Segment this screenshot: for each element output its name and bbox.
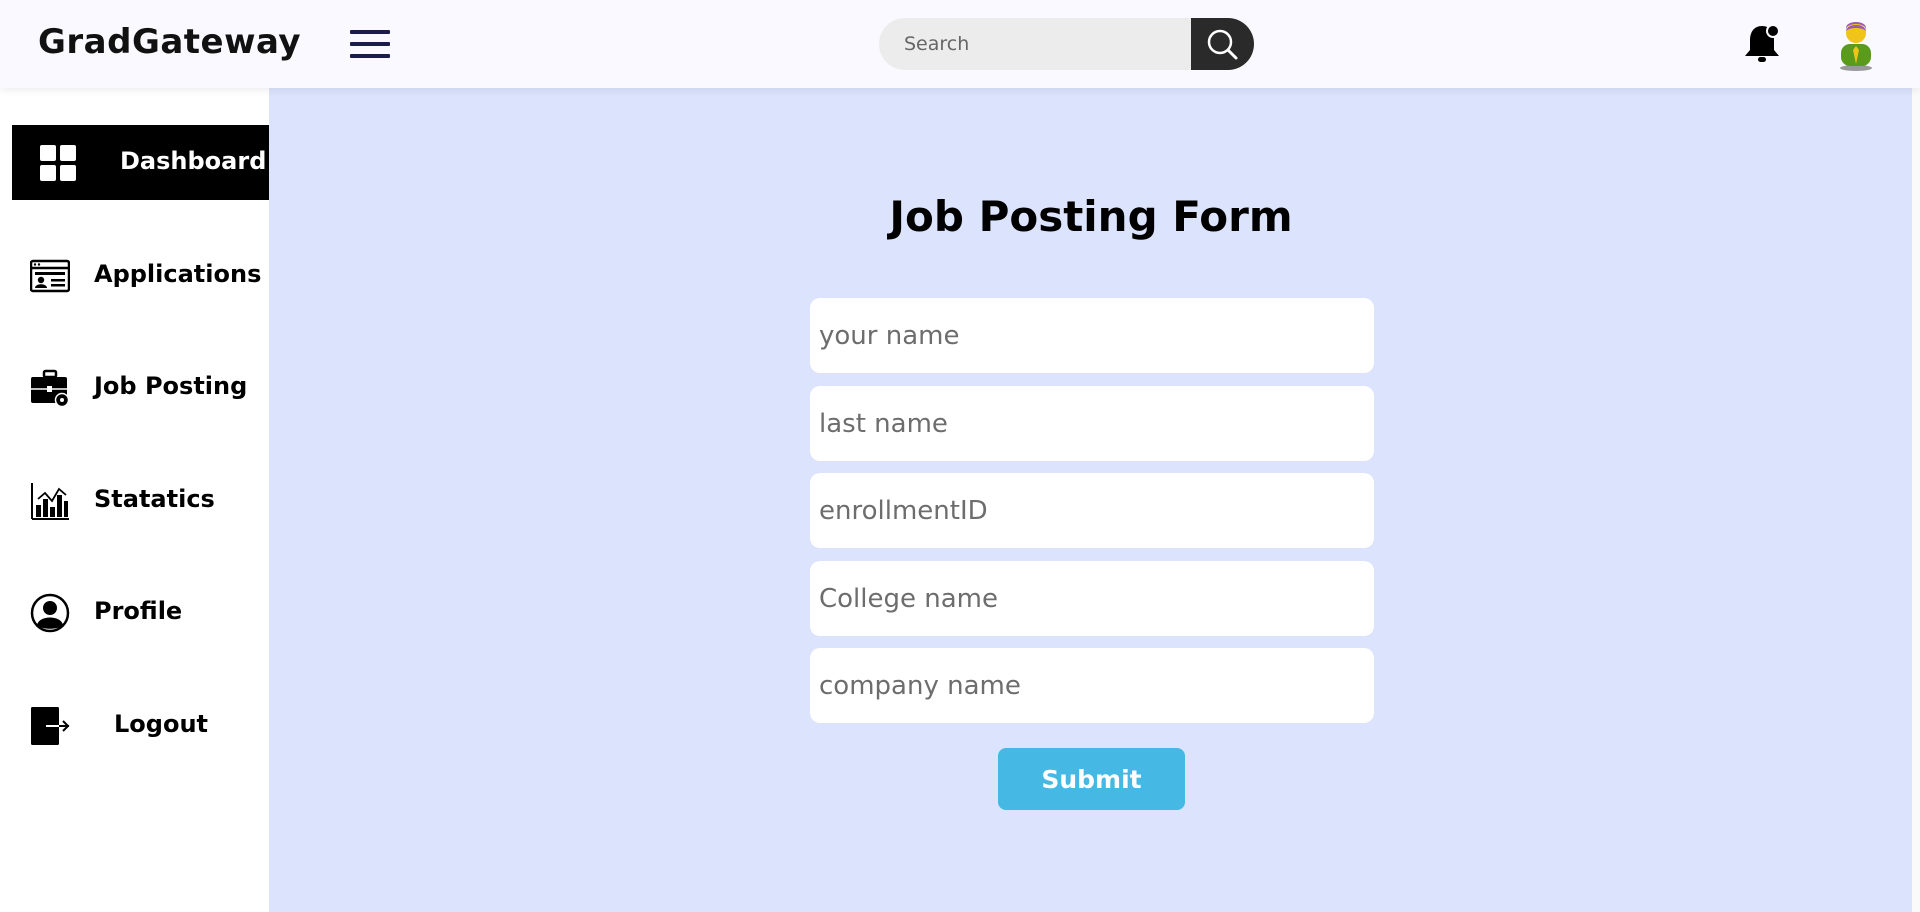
search-button[interactable]	[1191, 18, 1254, 70]
id-card-icon	[29, 256, 71, 296]
logout-icon	[30, 706, 70, 746]
search-bar	[879, 18, 1254, 70]
sidebar-item-applications[interactable]: Applications	[12, 238, 269, 313]
sidebar-item-label: Job Posting	[94, 372, 248, 400]
sidebar-item-profile[interactable]: Profile	[12, 575, 269, 650]
sidebar-item-job-posting[interactable]: Job Posting	[12, 350, 269, 425]
last-name-field[interactable]	[810, 386, 1374, 461]
sidebar: Dashboard Applications Job Posting Stata…	[0, 88, 269, 912]
top-header: GradGateway	[0, 0, 1920, 88]
college-name-field[interactable]	[810, 561, 1374, 636]
sidebar-item-statatics[interactable]: Statatics	[12, 463, 269, 538]
bar-chart-icon	[30, 481, 70, 521]
submit-button[interactable]: Submit	[998, 748, 1185, 810]
sidebar-item-label: Profile	[94, 597, 183, 625]
sidebar-item-label: Statatics	[94, 485, 215, 513]
search-icon	[1207, 29, 1238, 60]
page-title: Job Posting Form	[889, 192, 1293, 241]
sidebar-item-label: Logout	[114, 710, 209, 738]
notification-bell-icon[interactable]	[1742, 22, 1782, 66]
sidebar-item-dashboard[interactable]: Dashboard	[12, 125, 269, 200]
hamburger-menu-icon[interactable]	[350, 28, 390, 60]
user-avatar-icon[interactable]	[1836, 18, 1876, 72]
briefcase-gear-icon	[30, 368, 70, 408]
brand-logo[interactable]: GradGateway	[38, 22, 301, 62]
main-content: Job Posting Form Submit	[269, 88, 1920, 912]
sidebar-item-label: Dashboard	[120, 147, 267, 175]
user-circle-icon	[30, 593, 70, 633]
company-name-field[interactable]	[810, 648, 1374, 723]
enrollment-id-field[interactable]	[810, 473, 1374, 548]
sidebar-item-label: Applications	[94, 260, 262, 288]
scrollbar[interactable]	[1912, 88, 1920, 912]
search-input[interactable]	[879, 18, 1209, 70]
grid-icon	[38, 143, 78, 183]
your-name-field[interactable]	[810, 298, 1374, 373]
sidebar-item-logout[interactable]: Logout	[12, 688, 269, 763]
